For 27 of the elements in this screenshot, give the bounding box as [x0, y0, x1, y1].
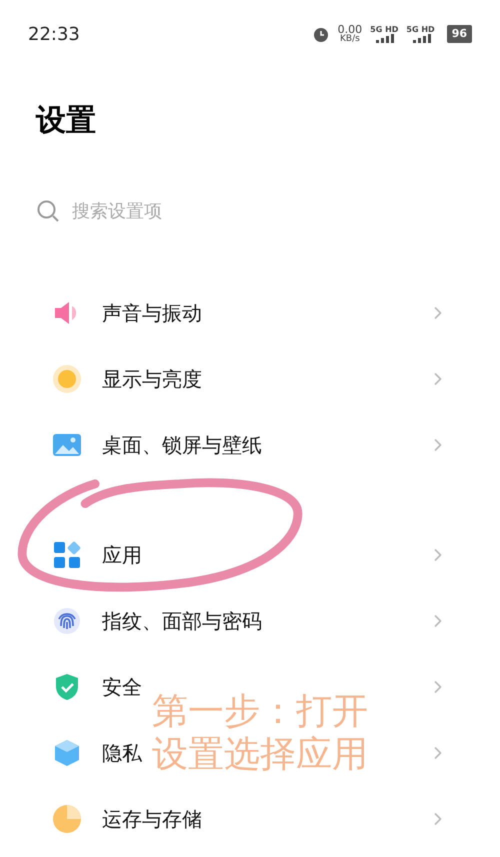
- item-label[interactable]: 运存与存储: [102, 804, 202, 834]
- annotation-text: 第一步：打开: [152, 690, 368, 734]
- sun-icon: [52, 364, 82, 394]
- item-label[interactable]: 隐私: [102, 738, 142, 768]
- app-grid-icon: [52, 540, 82, 570]
- clock-time: 22:33: [28, 22, 80, 46]
- page-title: 设置: [36, 102, 97, 140]
- alarm-icon: [312, 25, 330, 43]
- network-type: 5G HD: [406, 26, 435, 34]
- item-label[interactable]: 应用: [102, 540, 142, 570]
- item-label[interactable]: 安全: [102, 672, 142, 702]
- battery-level: 96: [446, 24, 472, 44]
- network-type: 5G HD: [370, 26, 398, 34]
- search-field[interactable]: 搜索设置项: [72, 198, 372, 224]
- pie-icon: [52, 804, 82, 834]
- speed-unit: KB/s: [340, 35, 360, 44]
- annotation-text: 设置选择应用: [152, 733, 368, 776]
- signal-icon: [374, 34, 394, 42]
- fingerprint-icon: [52, 606, 82, 636]
- item-label[interactable]: 显示与亮度: [102, 364, 202, 394]
- item-label[interactable]: 声音与振动: [102, 298, 202, 328]
- item-label[interactable]: 桌面、锁屏与壁纸: [102, 430, 262, 460]
- search-icon: [36, 199, 60, 223]
- cube-icon: [52, 738, 82, 768]
- signal-icon: [410, 34, 431, 42]
- item-label[interactable]: 指纹、面部与密码: [102, 606, 262, 636]
- network-speed: 0.00: [338, 24, 362, 35]
